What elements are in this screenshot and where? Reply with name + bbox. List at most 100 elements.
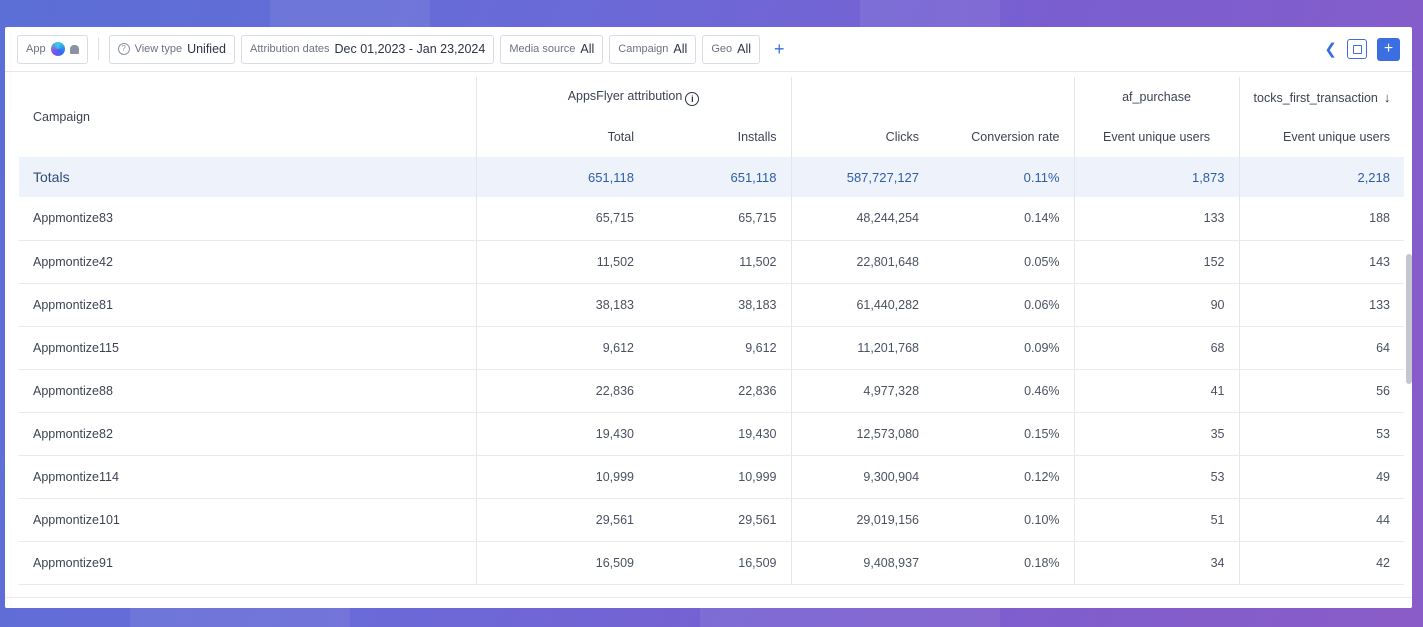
table-row[interactable]: Appmontize83 65,715 65,715 48,244,254 0.… xyxy=(19,197,1405,241)
campaign-cell[interactable]: Appmontize114 xyxy=(19,455,476,499)
filter-toolbar: App ? View type Unified Attribution date… xyxy=(5,27,1412,72)
stocks-users-cell: 42 xyxy=(1238,541,1405,585)
campaign-cell[interactable]: Appmontize115 xyxy=(19,326,476,370)
total-cell: 22,836 xyxy=(475,369,648,413)
background-block xyxy=(130,608,350,627)
totals-conversion: 0.11% xyxy=(933,157,1075,197)
app-selector[interactable]: App xyxy=(17,34,88,64)
total-header[interactable]: Total xyxy=(475,117,648,157)
installs-cell: 9,612 xyxy=(648,326,792,370)
installs-cell: 16,509 xyxy=(648,541,792,585)
attribution-dates-filter[interactable]: Attribution dates Dec 01,2023 - Jan 23,2… xyxy=(241,34,495,64)
view-type-value: Unified xyxy=(187,42,226,56)
campaign-cell[interactable]: Appmontize83 xyxy=(19,197,476,241)
stocks-group-header[interactable]: tocks_first_transaction ↓ xyxy=(1238,77,1405,117)
clicks-cell: 61,440,282 xyxy=(790,283,934,327)
conversion-cell: 0.18% xyxy=(933,541,1075,585)
view-type-label: View type xyxy=(134,43,183,55)
conversion-header[interactable]: Conversion rate xyxy=(933,117,1074,157)
geo-filter-value: All xyxy=(737,42,752,56)
installs-cell: 29,561 xyxy=(648,498,792,542)
conversion-cell: 0.05% xyxy=(933,240,1075,284)
clicks-cell: 22,801,648 xyxy=(790,240,934,284)
totals-clicks: 587,727,127 xyxy=(790,157,934,197)
info-circle-icon[interactable]: i xyxy=(685,91,700,106)
campaign-cell[interactable]: Appmontize42 xyxy=(19,240,476,284)
conversion-cell: 0.14% xyxy=(933,197,1075,241)
installs-cell: 19,430 xyxy=(648,412,792,456)
total-cell: 16,509 xyxy=(475,541,648,585)
stocks-users-cell: 49 xyxy=(1238,455,1405,499)
purchase-users-cell: 152 xyxy=(1073,240,1240,284)
view-type-filter[interactable]: ? View type Unified xyxy=(108,34,235,64)
purchase-users-cell: 90 xyxy=(1073,283,1240,327)
totals-label: Totals xyxy=(19,157,476,197)
purchase-users-cell: 68 xyxy=(1073,326,1240,370)
save-icon[interactable] xyxy=(1347,39,1367,59)
totals-purchase-users: 1,873 xyxy=(1073,157,1240,197)
clicks-cell: 29,019,156 xyxy=(790,498,934,542)
installs-cell: 38,183 xyxy=(648,283,792,327)
share-icon[interactable]: ❮ xyxy=(1324,40,1337,58)
clicks-cell: 11,201,768 xyxy=(790,326,934,370)
total-cell: 19,430 xyxy=(475,412,648,456)
purchase-users-cell: 51 xyxy=(1073,498,1240,542)
campaign-filter-value: All xyxy=(673,42,688,56)
total-cell: 38,183 xyxy=(475,283,648,327)
attribution-group-label: AppsFlyer attribution xyxy=(567,88,683,103)
purchase-users-header[interactable]: Event unique users xyxy=(1073,117,1240,157)
installs-header[interactable]: Installs xyxy=(648,117,791,157)
campaign-cell[interactable]: Appmontize91 xyxy=(19,541,476,585)
stocks-users-cell: 188 xyxy=(1238,197,1405,241)
installs-cell: 11,502 xyxy=(648,240,792,284)
question-circle-icon: ? xyxy=(117,43,130,55)
report-table-wrapper: Campaign AppsFlyer attribution i af_purch… xyxy=(19,77,1405,585)
table-row[interactable]: Appmontize81 38,183 38,183 61,440,282 0.… xyxy=(19,283,1405,327)
table-row[interactable]: Appmontize101 29,561 29,561 29,019,156 0… xyxy=(19,498,1405,542)
campaign-filter-label: Campaign xyxy=(618,43,669,55)
app-logo-icon xyxy=(50,42,65,56)
stocks-users-cell: 64 xyxy=(1238,326,1405,370)
table-row[interactable]: Appmontize91 16,509 16,509 9,408,937 0.1… xyxy=(19,541,1405,585)
clicks-cell: 48,244,254 xyxy=(790,197,934,241)
totals-installs: 651,118 xyxy=(648,157,792,197)
total-cell: 11,502 xyxy=(475,240,648,284)
vertical-scrollbar[interactable] xyxy=(1406,254,1412,384)
clicks-header[interactable]: Clicks xyxy=(790,117,934,157)
table-row[interactable]: Appmontize42 11,502 11,502 22,801,648 0.… xyxy=(19,240,1405,284)
arrow-down-icon[interactable]: ↓ xyxy=(1384,90,1391,105)
report-panel: App ? View type Unified Attribution date… xyxy=(5,27,1412,608)
campaign-cell[interactable]: Appmontize81 xyxy=(19,283,476,327)
clicks-cell: 12,573,080 xyxy=(790,412,934,456)
table-row[interactable]: Appmontize114 10,999 10,999 9,300,904 0.… xyxy=(19,455,1405,499)
clicks-cell: 9,408,937 xyxy=(790,541,934,585)
add-filter-button[interactable]: + xyxy=(774,40,785,58)
add-button[interactable]: + xyxy=(1377,37,1400,61)
campaign-header[interactable]: Campaign xyxy=(19,77,476,157)
attribution-group-header: AppsFlyer attribution i xyxy=(475,77,792,117)
conversion-cell: 0.10% xyxy=(933,498,1075,542)
toolbar-divider xyxy=(97,38,99,60)
stocks-users-cell: 53 xyxy=(1238,412,1405,456)
empty-group-header xyxy=(790,77,1075,117)
geo-filter[interactable]: Geo All xyxy=(702,34,761,64)
totals-stocks-users: 2,218 xyxy=(1238,157,1405,197)
clicks-cell: 4,977,328 xyxy=(790,369,934,413)
campaign-cell[interactable]: Appmontize82 xyxy=(19,412,476,456)
table-row[interactable]: Appmontize82 19,430 19,430 12,573,080 0.… xyxy=(19,412,1405,456)
campaign-cell[interactable]: Appmontize101 xyxy=(19,498,476,542)
conversion-cell: 0.09% xyxy=(933,326,1075,370)
purchase-users-cell: 34 xyxy=(1073,541,1240,585)
installs-cell: 10,999 xyxy=(648,455,792,499)
campaign-filter[interactable]: Campaign All xyxy=(609,34,697,64)
installs-cell: 22,836 xyxy=(648,369,792,413)
toolbar-actions: ❮ + xyxy=(1324,37,1400,61)
stocks-users-cell: 143 xyxy=(1238,240,1405,284)
table-row[interactable]: Appmontize115 9,612 9,612 11,201,768 0.0… xyxy=(19,326,1405,370)
campaign-cell[interactable]: Appmontize88 xyxy=(19,369,476,413)
table-row[interactable]: Appmontize88 22,836 22,836 4,977,328 0.4… xyxy=(19,369,1405,413)
media-source-filter[interactable]: Media source All xyxy=(500,34,604,64)
stocks-users-header[interactable]: Event unique users xyxy=(1238,117,1405,157)
conversion-cell: 0.06% xyxy=(933,283,1075,327)
total-cell: 10,999 xyxy=(475,455,648,499)
